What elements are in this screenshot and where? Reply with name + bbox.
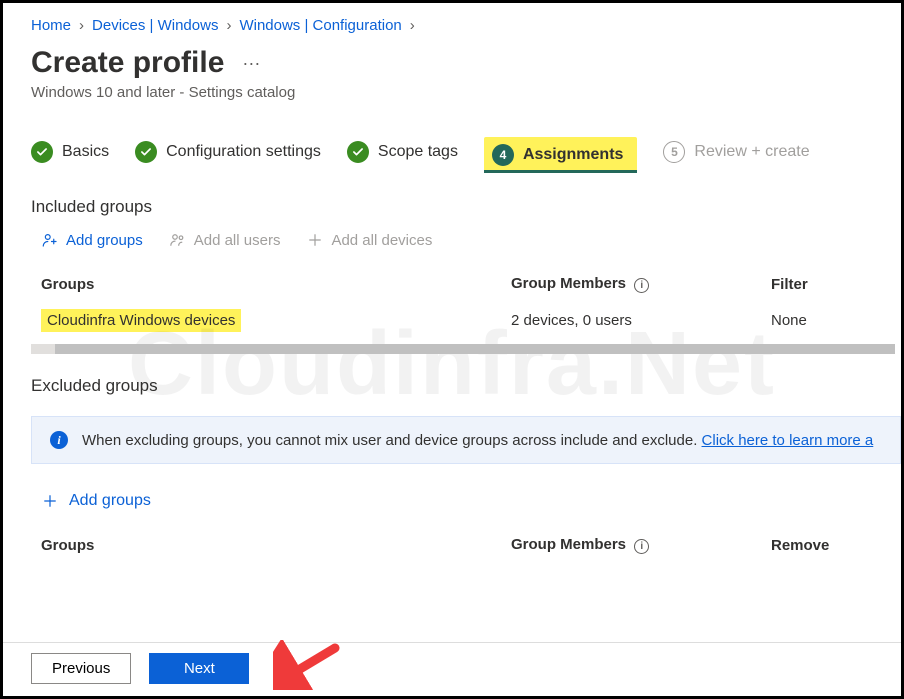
step-label: Scope tags [378,143,458,161]
chevron-right-icon: › [79,17,84,34]
included-toolbar: Add groups Add all users Add all devices [41,231,901,249]
step-label: Review + create [694,143,809,161]
step-label: Configuration settings [166,143,321,161]
previous-button[interactable]: Previous [31,653,131,684]
more-actions-button[interactable]: ··· [242,53,260,74]
group-filter: None [771,312,901,329]
add-all-devices-button[interactable]: Add all devices [306,231,432,249]
add-groups-excluded-label: Add groups [69,492,151,510]
plus-icon [41,492,59,510]
col-members: Group Members i [511,275,771,293]
step-number: 5 [663,141,685,163]
col-filter: Filter [771,276,901,293]
people-icon [169,231,187,249]
included-table-head: Groups Group Members i Filter [31,267,901,301]
page-subtitle: Windows 10 and later - Settings catalog [31,84,901,101]
learn-more-link[interactable]: Click here to learn more a [702,432,874,449]
col-members: Group Members i [511,536,771,554]
wizard-footer: Previous Next [3,642,901,696]
group-name: Cloudinfra Windows devices [41,309,241,332]
check-icon [352,146,364,158]
col-remove: Remove [771,537,901,554]
excluded-groups-heading: Excluded groups [31,376,901,396]
step-scope[interactable]: Scope tags [347,141,458,169]
plus-icon [306,231,324,249]
step-number: 4 [492,144,514,166]
check-icon [36,146,48,158]
step-label: Basics [62,143,109,161]
table-row[interactable]: Cloudinfra Windows devices 2 devices, 0 … [31,301,901,340]
add-all-users-button[interactable]: Add all users [169,231,281,249]
info-icon[interactable]: i [634,539,649,554]
included-groups-heading: Included groups [31,197,901,217]
excluded-table-head: Groups Group Members i Remove [31,528,901,562]
info-callout: i When excluding groups, you cannot mix … [31,416,901,464]
chevron-right-icon: › [410,17,415,34]
add-groups-button[interactable]: Add groups [41,231,143,249]
step-label: Assignments [523,146,623,164]
add-groups-label: Add groups [66,232,143,249]
step-indicator: Basics Configuration settings Scope tags… [31,137,901,173]
add-all-users-label: Add all users [194,232,281,249]
step-assignments[interactable]: 4 Assignments [484,137,637,173]
breadcrumb: Home › Devices | Windows › Windows | Con… [31,17,901,34]
chevron-right-icon: › [226,17,231,34]
page-title: Create profile [31,46,224,80]
check-icon [140,146,152,158]
group-members: 2 devices, 0 users [511,312,771,329]
crumb-windows[interactable]: Windows | Configuration [239,17,401,34]
add-groups-excluded-button[interactable]: Add groups [41,492,901,510]
col-groups: Groups [41,276,511,293]
scrollbar[interactable] [31,344,895,354]
info-icon: i [50,431,68,449]
person-add-icon [41,231,59,249]
step-basics[interactable]: Basics [31,141,109,169]
step-config[interactable]: Configuration settings [135,141,321,169]
add-all-devices-label: Add all devices [331,232,432,249]
step-review: 5 Review + create [663,141,809,169]
info-icon[interactable]: i [634,278,649,293]
crumb-home[interactable]: Home [31,17,71,34]
col-groups: Groups [41,537,511,554]
crumb-devices[interactable]: Devices | Windows [92,17,218,34]
info-text: When excluding groups, you cannot mix us… [82,432,702,449]
next-button[interactable]: Next [149,653,249,684]
